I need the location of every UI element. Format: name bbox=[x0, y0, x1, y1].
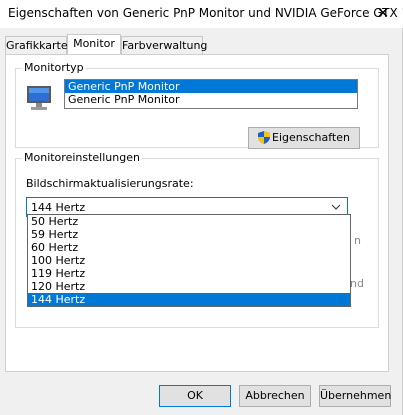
monitor-tab-panel: Monitortyp Generic PnP Monitor Generic P… bbox=[5, 54, 389, 372]
tab-monitor[interactable]: Monitor bbox=[67, 34, 121, 54]
monitor-type-group: Monitortyp Generic PnP Monitor Generic P… bbox=[15, 61, 379, 149]
dropdown-option[interactable]: 59 Hertz bbox=[28, 228, 350, 241]
dropdown-option[interactable]: 119 Hertz bbox=[28, 267, 350, 280]
apply-button[interactable]: Übernehmen bbox=[319, 385, 391, 407]
title-bar[interactable]: Eigenschaften von Generic PnP Monitor un… bbox=[0, 0, 403, 28]
properties-button[interactable]: Eigenschaften bbox=[248, 127, 360, 149]
monitor-list[interactable]: Generic PnP Monitor Generic PnP Monitor bbox=[64, 79, 358, 109]
tab-farbverwaltung[interactable]: Farbverwaltung bbox=[121, 36, 207, 54]
monitor-settings-group-label: Monitoreinstellungen bbox=[22, 151, 142, 164]
uac-shield-icon bbox=[258, 131, 271, 151]
dropdown-option[interactable]: 100 Hertz bbox=[28, 254, 350, 267]
monitor-icon bbox=[24, 83, 56, 115]
refresh-rate-dropdown[interactable]: 50 Hertz 59 Hertz 60 Hertz 100 Hertz 119… bbox=[27, 214, 351, 307]
window-title: Eigenschaften von Generic PnP Monitor un… bbox=[8, 6, 403, 20]
ok-button[interactable]: OK bbox=[159, 385, 231, 407]
monitor-list-item[interactable]: Generic PnP Monitor bbox=[65, 80, 357, 93]
obscured-text-fragment: n bbox=[354, 234, 361, 247]
refresh-rate-label: Bildschirmaktualisierungsrate: bbox=[26, 177, 194, 190]
dropdown-option-selected[interactable]: 144 Hertz bbox=[28, 293, 350, 306]
refresh-rate-value: 144 Hertz bbox=[31, 201, 86, 214]
cancel-button[interactable]: Abbrechen bbox=[239, 385, 311, 407]
properties-button-label: Eigenschaften bbox=[272, 131, 350, 144]
close-icon[interactable]: ✕ bbox=[363, 0, 403, 28]
dropdown-option[interactable]: 50 Hertz bbox=[28, 215, 350, 228]
tab-grafikkarte[interactable]: Grafikkarte bbox=[5, 36, 68, 54]
monitor-list-item[interactable]: Generic PnP Monitor bbox=[65, 93, 357, 106]
monitor-type-group-label: Monitortyp bbox=[22, 61, 86, 74]
obscured-text-fragment: nd bbox=[350, 277, 364, 290]
dropdown-option[interactable]: 60 Hertz bbox=[28, 241, 350, 254]
dropdown-option[interactable]: 120 Hertz bbox=[28, 280, 350, 293]
properties-dialog: Eigenschaften von Generic PnP Monitor un… bbox=[0, 0, 403, 415]
